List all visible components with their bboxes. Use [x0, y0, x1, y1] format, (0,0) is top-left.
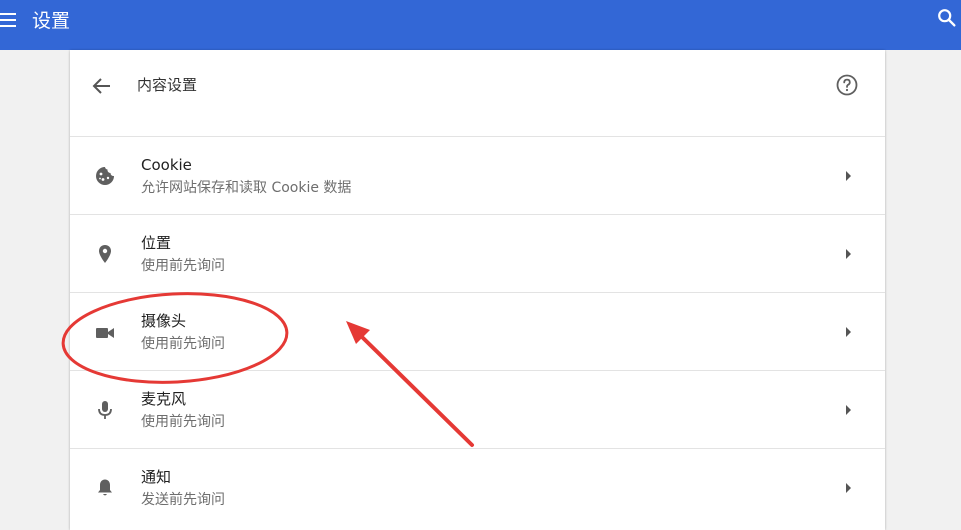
settings-row-camera[interactable]: 摄像头 使用前先询问: [70, 292, 885, 370]
notification-bell-icon: [98, 479, 112, 496]
row-title: 摄像头: [141, 312, 187, 330]
page-title: 设置: [32, 10, 71, 32]
chevron-right-icon: [846, 249, 851, 259]
row-subtitle: 使用前先询问: [141, 336, 225, 352]
settings-row-notifications[interactable]: 通知 发送前先询问: [70, 448, 885, 526]
row-subtitle: 允许网站保存和读取 Cookie 数据: [141, 180, 352, 196]
row-subtitle: 使用前先询问: [141, 258, 225, 274]
row-title: 通知: [141, 468, 172, 486]
row-title: 位置: [141, 234, 172, 252]
cookie-icon: [96, 167, 114, 185]
content-settings-card: 内容设置 Cookie 允许网站保存和读取 Cookie 数据 位置 使用前先询…: [70, 50, 885, 530]
section-title: 内容设置: [137, 76, 198, 94]
settings-row-location[interactable]: 位置 使用前先询问: [70, 214, 885, 292]
row-subtitle: 发送前先询问: [141, 492, 225, 508]
search-icon[interactable]: [936, 7, 958, 29]
row-title: Cookie: [141, 156, 192, 174]
settings-row-microphone[interactable]: 麦克风 使用前先询问: [70, 370, 885, 448]
chevron-right-icon: [846, 405, 851, 415]
row-title: 麦克风: [141, 390, 187, 408]
row-subtitle: 使用前先询问: [141, 414, 225, 430]
help-circle-icon[interactable]: [835, 73, 859, 97]
chevron-right-icon: [846, 483, 851, 493]
top-app-bar: 设置: [0, 0, 961, 50]
microphone-icon: [98, 401, 112, 419]
chevron-right-icon: [846, 327, 851, 337]
camera-icon: [96, 328, 114, 338]
chevron-right-icon: [846, 171, 851, 181]
settings-row-cookie[interactable]: Cookie 允许网站保存和读取 Cookie 数据: [70, 136, 885, 214]
arrow-left-icon[interactable]: [90, 74, 114, 98]
hamburger-menu-icon[interactable]: [0, 10, 20, 30]
location-pin-icon: [99, 245, 111, 263]
